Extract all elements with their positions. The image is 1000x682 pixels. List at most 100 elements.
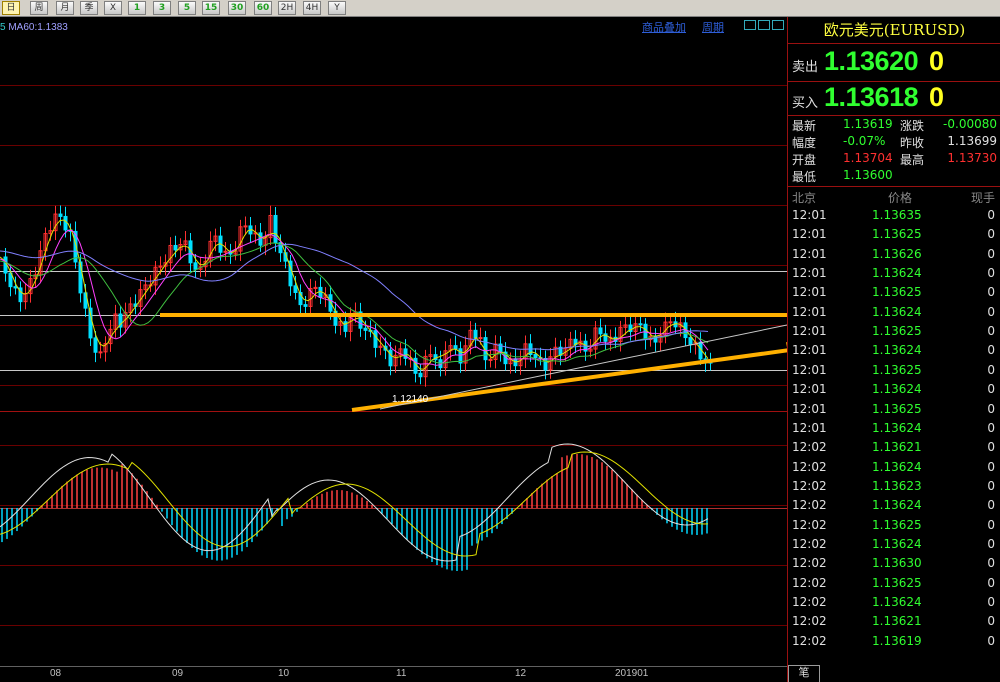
candle-body [93,337,98,353]
2hour-icon[interactable]: 2H [278,1,296,15]
month-period-icon[interactable]: 月 [56,1,74,15]
candle-body [303,304,308,307]
tick-price: 1.13625 [872,227,922,242]
tick-time: 12:01 [792,246,827,261]
tick-volume: 0 [987,420,995,435]
year-period-icon[interactable]: X [104,1,122,15]
ma60-value: MA60:1.1383 [8,22,68,33]
quarter-period-icon[interactable]: 季 [80,1,98,15]
stat-label-open: 开盘 [792,153,817,167]
tick-row: 12:02 1.13621 0 [788,612,1000,631]
tab-ticks[interactable]: 笔 [788,665,820,682]
candle-body [13,286,18,289]
year-icon[interactable]: Y [328,1,346,15]
tick-volume: 0 [987,459,995,474]
tick-time: 12:01 [792,382,827,397]
period-menu[interactable]: 周期 [702,19,724,35]
sell-price: 1.13620 [824,46,919,76]
tick-price: 1.13624 [872,595,922,609]
tick-volume: 0 [987,208,995,222]
maximize-icon[interactable] [772,20,784,30]
tick-price: 1.13623 [872,478,922,493]
tick-time: 12:02 [792,440,827,455]
minimize-icon[interactable] [744,20,756,30]
stat-prev-close: 1.13699 [947,134,997,148]
tick-price: 1.13624 [872,536,922,551]
tick-time: 12:01 [792,343,827,358]
kline-chart-area[interactable]: 1.12140 [0,17,787,666]
tick-price: 1.13625 [872,324,922,339]
tick-time: 12:02 [792,459,827,474]
tick-row: 12:01 1.13625 0 [788,361,1000,380]
tick-row: 12:02 1.13624 0 [788,593,1000,612]
chart-canvas[interactable]: 1.12140 [0,17,787,666]
candle-body [488,358,493,361]
buy-quote[interactable]: 买入 1.13618 0 [788,82,1000,116]
x-axis: 08 09 10 11 12 201901 [0,666,787,682]
period-toolbar: 日周月季 X 1 3 5 15 30 60 2H 4H Y [0,0,1000,17]
buy-price: 1.13618 [824,82,919,112]
tick-time: 12:01 [792,324,827,339]
tick-time: 12:01 [792,266,827,281]
ma60-legend: 5 MA60:1.1383 [0,22,68,33]
stat-label-prev-close: 昨收 [900,136,925,150]
tick-price: 1.13635 [872,208,922,222]
tick-time: 12:01 [792,304,827,319]
tick-price: 1.13624 [872,459,922,474]
tick-row: 12:01 1.13635 0 [788,206,1000,225]
sell-size: 0 [929,46,945,76]
tick-volume: 0 [987,478,995,493]
sell-quote[interactable]: 卖出 1.13620 0 [788,44,1000,82]
tick-volume: 0 [987,401,995,416]
x-tick: 10 [278,668,290,679]
tick-row: 12:01 1.13625 0 [788,400,1000,419]
30min-icon[interactable]: 30 [228,1,246,15]
tick-price: 1.13624 [872,382,922,397]
candle-body [668,321,673,324]
tick-volume: 0 [987,362,995,377]
candle-body [63,215,68,231]
week-period-icon[interactable]: 周 [30,1,48,15]
candle-body [638,323,643,326]
stat-range: -0.07% [843,134,886,148]
tick-row: 12:02 1.13621 0 [788,438,1000,457]
header-volume: 现手 [970,191,995,205]
tick-row: 12:01 1.13624 0 [788,264,1000,283]
stat-high: 1.13730 [947,151,997,165]
tick-price: 1.13630 [872,556,922,571]
candle-body [598,327,603,335]
4hour-icon[interactable]: 4H [303,1,321,15]
tick-row: 12:02 1.13625 0 [788,516,1000,535]
tick-row: 12:01 1.13624 0 [788,341,1000,360]
x-tick: 08 [50,668,62,679]
quote-panel: 欧元美元(EURUSD) 卖出 1.13620 0 买入 1.13618 0 最… [787,17,1000,682]
day-period-icon[interactable]: 日 [2,1,20,15]
stat-label-latest: 最新 [792,119,817,133]
candle-body [293,285,298,294]
overlay-commodity-menu[interactable]: 商品叠加 [642,19,686,35]
tick-volume: 0 [987,633,995,648]
candle-body [193,262,198,270]
1min-icon[interactable]: 1 [128,1,146,15]
tick-time: 12:02 [792,633,827,648]
tick-volume: 0 [987,324,995,339]
stat-label-high: 最高 [900,153,925,167]
stat-label-range: 幅度 [792,136,817,150]
candle-body [413,357,418,374]
quote-stats: 最新 1.13619 涨跌 -0.00080 幅度 -0.07% 昨收 1.13… [788,115,1000,187]
tick-price: 1.13624 [872,343,922,358]
candle-body [418,372,423,378]
tick-price: 1.13621 [872,614,922,629]
tick-row: 12:01 1.13624 0 [788,419,1000,438]
tick-time: 12:02 [792,556,827,571]
candle-body [478,337,483,340]
5min-icon[interactable]: 5 [178,1,196,15]
3min-icon[interactable]: 3 [153,1,171,15]
15min-icon[interactable]: 15 [202,1,220,15]
stat-change: -0.00080 [943,117,997,131]
60min-icon[interactable]: 60 [254,1,272,15]
tick-volume: 0 [987,536,995,551]
tick-time: 12:01 [792,227,827,242]
ma5-line [0,219,709,370]
restore-icon[interactable] [758,20,770,30]
